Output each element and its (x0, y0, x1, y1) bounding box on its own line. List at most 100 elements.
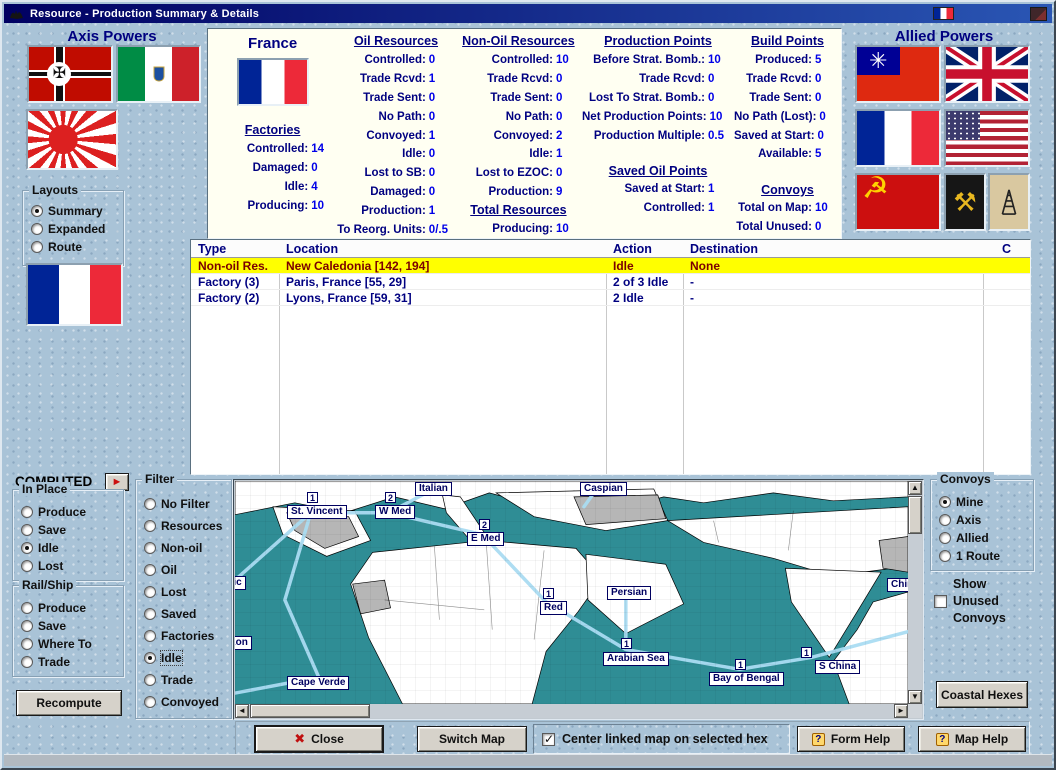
col-header-type[interactable]: Type (191, 240, 279, 257)
show-unused-checkbox[interactable] (934, 595, 947, 608)
v-scroll-thumb[interactable] (908, 496, 922, 534)
convoy-route-label[interactable]: China (887, 578, 908, 592)
scroll-left-icon[interactable]: ◄ (235, 704, 249, 718)
convoys-radio[interactable]: 1 Route (931, 547, 1033, 565)
layout-radio[interactable]: Route (23, 238, 123, 256)
china-canton: ✳ (857, 47, 900, 76)
convoy-route-label[interactable]: Atlantic (235, 576, 246, 590)
layout-radio[interactable]: Expanded (23, 220, 123, 238)
convoy-point[interactable]: 1 (307, 492, 318, 503)
scroll-up-icon[interactable]: ▲ (908, 481, 922, 495)
layout-radio[interactable]: Summary (23, 202, 123, 220)
filter-radio[interactable]: Factories (136, 625, 231, 647)
window-corner-icon[interactable] (1030, 6, 1047, 21)
window-resize-edge[interactable] (4, 754, 1052, 766)
coastal-hexes-button[interactable]: Coastal Hexes (936, 681, 1028, 708)
filter-radio[interactable]: Oil (136, 559, 231, 581)
convoy-route-label[interactable]: Cape Verde (287, 676, 350, 690)
col-header-action[interactable]: Action (606, 240, 683, 257)
convoy-point[interactable]: 1 (543, 588, 554, 599)
in-place-radio[interactable]: Produce (13, 503, 123, 521)
italian-flag[interactable] (116, 45, 201, 103)
convoy-route-label[interactable]: Amazon (235, 636, 252, 650)
close-icon: ✖ (294, 731, 306, 746)
map-help-button[interactable]: ? Map Help (918, 726, 1026, 752)
saved-build-points-icon[interactable]: ⚒ (944, 173, 986, 231)
convoys-radio[interactable]: Mine (931, 493, 1033, 511)
map-viewport[interactable]: 1 2 2 1 1 1 1 Italian Caspian St. Vincent W Med E … (235, 481, 908, 704)
uk-flag[interactable] (944, 45, 1030, 103)
convoy-point[interactable]: 1 (801, 647, 812, 658)
nonoil-resources-column: Non-Oil Resources Controlled: 10 Trade R… (455, 29, 582, 238)
build-points-column: Build Points Produced: 5 Trade Rcvd: 0 T… (734, 29, 841, 238)
stat-row: Idle: 0 (402, 148, 436, 161)
rail-ship-radio[interactable]: Trade (13, 653, 123, 671)
stat-row: Trade Sent: 0 (490, 91, 563, 104)
stat-row: Saved at Start: 1 (624, 183, 715, 196)
china-flag[interactable]: ✳ (855, 45, 941, 103)
oil-derrick-icon[interactable] (988, 173, 1030, 231)
stat-row: Trade Rcvd: 0 (639, 73, 715, 86)
close-button[interactable]: ✖ Close (254, 725, 384, 753)
convoy-route-label[interactable]: Red (540, 601, 567, 615)
rail-ship-group: Rail/Ship Produce Save Where To Trade (12, 578, 124, 677)
usa-flag[interactable] (944, 109, 1030, 167)
form-help-button[interactable]: ? Form Help (797, 726, 905, 752)
scroll-right-icon[interactable]: ► (894, 704, 908, 718)
convoy-route-label[interactable]: Italian (415, 482, 452, 496)
table-row[interactable]: Non-oil Res. New Caledonia [142, 194] Id… (191, 258, 1030, 274)
filter-radio[interactable]: Resources (136, 515, 231, 537)
convoy-point[interactable]: 2 (479, 519, 490, 530)
convoys-radio[interactable]: Allied (931, 529, 1033, 547)
french-flag-allied[interactable] (855, 109, 941, 167)
convoy-route-label[interactable]: W Med (375, 505, 416, 519)
table-row[interactable]: Factory (3) Paris, France [55, 29] 2 of … (191, 274, 1030, 290)
h-scroll-thumb[interactable] (250, 704, 370, 718)
convoy-route-label[interactable]: Bay of Bengal (709, 672, 784, 686)
convoy-point[interactable]: 1 (735, 659, 746, 670)
filter-radio[interactable]: Non-oil (136, 537, 231, 559)
filter-radio[interactable]: Lost (136, 581, 231, 603)
convoy-map[interactable]: 1 2 2 1 1 1 1 Italian Caspian St. Vincent W Med E … (233, 479, 924, 720)
table-row[interactable]: Factory (2) Lyons, France [59, 31] 2 Idl… (191, 290, 1030, 306)
japanese-naval-ensign[interactable] (26, 109, 118, 170)
in-place-radio[interactable]: Lost (13, 557, 123, 575)
title-bar[interactable]: Resource - Production Summary & Details (4, 4, 1052, 23)
rail-ship-radio[interactable]: Produce (13, 599, 123, 617)
center-map-checkbox[interactable] (542, 732, 555, 746)
rail-ship-radio[interactable]: Save (13, 617, 123, 635)
col-header-c[interactable]: C (983, 240, 1030, 257)
col-header-destination[interactable]: Destination (683, 240, 983, 257)
rail-ship-radio[interactable]: Where To (13, 635, 123, 653)
convoy-route-label[interactable]: Arabian Sea (603, 652, 669, 666)
filter-radio[interactable]: Saved (136, 603, 231, 625)
filter-radio[interactable]: Trade (136, 669, 231, 691)
convoys-radio[interactable]: Axis (931, 511, 1033, 529)
switch-map-button[interactable]: Switch Map (417, 726, 527, 752)
stat-row: Lost to EZOC: 0 (475, 167, 563, 180)
ussr-flag[interactable]: ☭ (855, 173, 941, 231)
in-place-radio[interactable]: Save (13, 521, 123, 539)
convoy-route-label[interactable]: E Med (467, 532, 505, 546)
show-unused-convoys[interactable]: Show Unused Convoys (934, 576, 1006, 627)
convoy-route-label[interactable]: Caspian (580, 482, 627, 496)
french-flag[interactable] (26, 263, 123, 326)
in-place-radio[interactable]: Idle (13, 539, 123, 557)
stat-row: Lost To Strat. Bomb.: 0 (588, 91, 715, 104)
col-header-location[interactable]: Location (279, 240, 606, 257)
map-vertical-scrollbar[interactable]: ▲ ▼ (908, 481, 922, 704)
filter-radio[interactable]: Convoyed (136, 691, 231, 713)
german-war-flag[interactable]: ✠ (27, 45, 113, 103)
convoy-point[interactable]: 1 (621, 638, 632, 649)
filter-radio[interactable]: Idle (136, 647, 231, 669)
convoy-route-label[interactable]: St. Vincent (287, 505, 347, 519)
scroll-down-icon[interactable]: ▼ (908, 690, 922, 704)
recompute-button[interactable]: Recompute (16, 690, 122, 716)
convoy-point[interactable]: 2 (385, 492, 396, 503)
convoy-route-label[interactable]: Persian (607, 586, 652, 600)
filter-radio[interactable]: No Filter (136, 493, 231, 515)
country-column: France Factories Controlled: 14 Damaged:… (208, 29, 337, 238)
map-horizontal-scrollbar[interactable]: ◄ ► (235, 704, 908, 718)
stat-row: Produced: 5 (755, 54, 822, 67)
convoy-route-label[interactable]: S China (815, 660, 861, 674)
